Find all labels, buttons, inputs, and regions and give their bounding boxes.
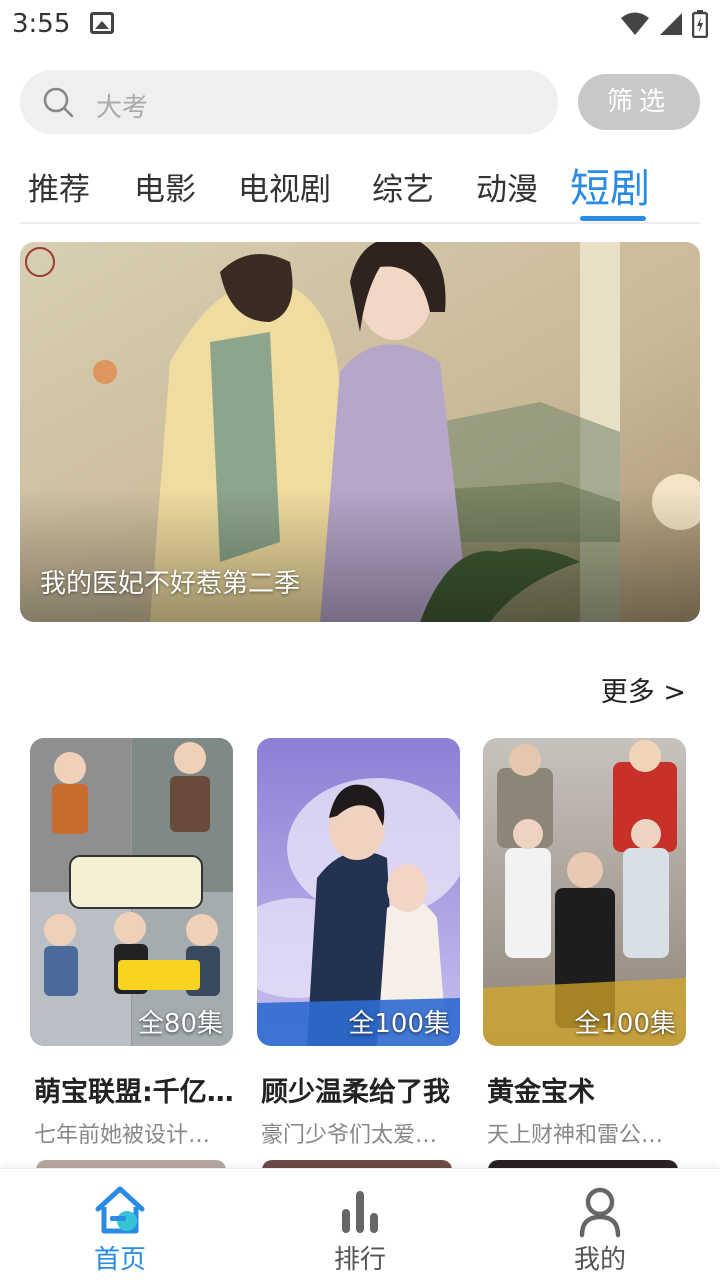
search-placeholder: 大考: [96, 93, 149, 123]
bottom-navigation: 首页 排行 我的: [0, 1168, 720, 1280]
home-icon: [95, 1186, 145, 1234]
drama-poster: 全100集: [483, 738, 686, 1046]
nav-profile-label: 我的: [573, 1245, 626, 1275]
tab-movies[interactable]: 电影: [134, 164, 196, 209]
signal-icon: [660, 13, 682, 35]
poster-image: [30, 738, 233, 1046]
tab-variety[interactable]: 综艺: [372, 164, 434, 209]
drama-card[interactable]: 全100集 黄金宝术 天上财神和雷公…: [483, 738, 686, 1149]
drama-description: 豪门少爷们太爱…: [261, 1123, 438, 1148]
status-icons: [620, 10, 708, 38]
nav-home[interactable]: 首页: [60, 1183, 180, 1276]
tab-anime[interactable]: 动漫: [476, 164, 538, 209]
tab-tv-series[interactable]: 电视剧: [238, 164, 331, 209]
tab-recommend[interactable]: 推荐: [28, 164, 90, 209]
more-link[interactable]: 更多 >: [601, 670, 686, 709]
drama-title: 黄金宝术: [487, 1077, 595, 1108]
episode-count: 全100集: [574, 1009, 676, 1039]
banner-title: 我的医妃不好惹第二季: [40, 569, 301, 599]
drama-title: 顾少温柔给了我: [261, 1077, 450, 1108]
drama-description: 七年前她被设计…: [34, 1123, 211, 1148]
filter-button[interactable]: 筛选: [578, 74, 700, 130]
drama-card[interactable]: 全100集 顾少温柔给了我 豪门少爷们太爱…: [257, 738, 460, 1149]
drama-poster: 全80集: [30, 738, 233, 1046]
profile-icon: [579, 1187, 621, 1238]
battery-icon: [692, 10, 708, 38]
nav-profile[interactable]: 我的: [540, 1183, 660, 1276]
episode-count: 全80集: [137, 1009, 223, 1039]
drama-poster: 全100集: [257, 738, 460, 1046]
search-input[interactable]: 大考: [20, 70, 558, 134]
drama-description: 天上财神和雷公…: [487, 1123, 664, 1148]
nav-home-label: 首页: [93, 1245, 146, 1275]
drama-title: 萌宝联盟:千亿…: [34, 1077, 234, 1108]
category-tabs: 推荐 电影 电视剧 综艺 动漫 短剧: [20, 156, 700, 224]
featured-banner[interactable]: 我的医妃不好惹第二季: [20, 242, 700, 622]
drama-card[interactable]: 全80集 萌宝联盟:千亿… 七年前她被设计…: [30, 738, 234, 1149]
tab-short-drama[interactable]: 短剧: [570, 156, 650, 214]
status-bar: 3:55: [0, 0, 720, 50]
wifi-icon: [621, 12, 649, 35]
gallery-notification-icon: [90, 12, 114, 34]
nav-ranking[interactable]: 排行: [300, 1183, 420, 1276]
ranking-icon: [342, 1191, 378, 1233]
poster-image: [483, 738, 686, 1046]
search-icon: [43, 87, 74, 118]
episode-count: 全100集: [348, 1009, 450, 1039]
active-tab-indicator: [580, 216, 646, 221]
status-time: 3:55: [12, 9, 71, 39]
nav-ranking-label: 排行: [333, 1245, 386, 1275]
poster-image: [257, 738, 460, 1046]
